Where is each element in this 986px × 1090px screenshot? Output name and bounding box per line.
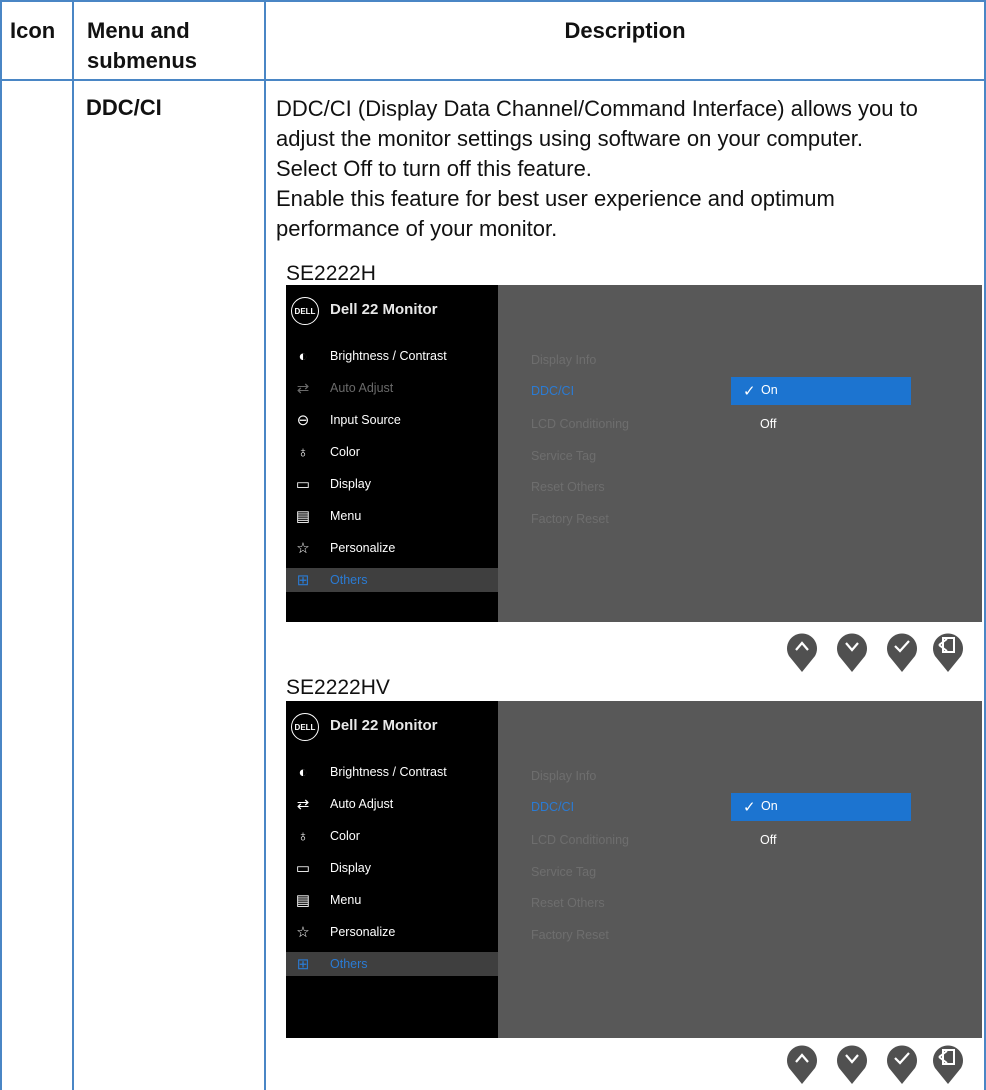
checkmark-icon: ✓ bbox=[743, 383, 756, 400]
option-off[interactable]: Off bbox=[760, 417, 776, 431]
submenu-display-info[interactable]: Display Info bbox=[531, 769, 596, 783]
submenu-display-info[interactable]: Display Info bbox=[531, 353, 596, 367]
checkmark-icon: ✓ bbox=[743, 799, 756, 816]
menu-item-brightness[interactable]: ◐ Brightness / Contrast bbox=[286, 761, 498, 785]
submenu-reset-others[interactable]: Reset Others bbox=[531, 896, 605, 910]
submenu-factory-reset[interactable]: Factory Reset bbox=[531, 512, 609, 526]
menu-item-menu[interactable]: ▤ Menu bbox=[286, 505, 498, 529]
menu-item-brightness[interactable]: ◐ Brightness / Contrast bbox=[286, 345, 498, 369]
display-icon: ▭ bbox=[295, 860, 311, 877]
description-line: performance of your monitor. bbox=[276, 216, 558, 241]
submenu-service-tag[interactable]: Service Tag bbox=[531, 865, 596, 879]
back-icon[interactable] bbox=[930, 1040, 966, 1086]
header-icon: Icon bbox=[10, 18, 56, 43]
submenu-service-tag[interactable]: Service Tag bbox=[531, 449, 596, 463]
display-icon: ▭ bbox=[295, 476, 311, 493]
menu-icon: ▤ bbox=[295, 508, 311, 525]
header-divider bbox=[0, 79, 986, 81]
osd-sidebar: DELL Dell 22 Monitor ◐ Brightness / Contr… bbox=[286, 701, 498, 1038]
header-menu: Menu and submenus bbox=[87, 18, 198, 73]
up-arrow-icon[interactable] bbox=[784, 1040, 820, 1086]
description-line: DDC/CI (Display Data Channel/Command Int… bbox=[276, 96, 918, 121]
menu-item-color[interactable]: ♁ Color bbox=[286, 825, 498, 849]
menu-item-input-source[interactable]: ⊖ Input Source bbox=[286, 409, 498, 433]
star-icon: ☆ bbox=[296, 924, 310, 941]
color-icon: ♁ bbox=[297, 828, 309, 845]
back-icon[interactable] bbox=[930, 628, 966, 674]
submenu-lcd-conditioning[interactable]: LCD Conditioning bbox=[531, 833, 629, 847]
submenu-ddc-ci[interactable]: DDC/CI bbox=[531, 384, 574, 398]
dell-logo: DELL bbox=[291, 297, 319, 325]
column-divider bbox=[72, 0, 74, 1090]
star-icon: ☆ bbox=[296, 540, 310, 557]
color-icon: ♁ bbox=[297, 444, 309, 461]
menu-item-auto-adjust[interactable]: ⇄ Auto Adjust bbox=[286, 793, 498, 817]
option-off[interactable]: Off bbox=[760, 833, 776, 847]
osd-screen: DELL Dell 22 Monitor ◐ Brightness / Contr… bbox=[286, 701, 982, 1038]
column-divider bbox=[264, 0, 266, 1090]
down-arrow-icon[interactable] bbox=[834, 628, 870, 674]
osd-title: Dell 22 Monitor bbox=[330, 301, 438, 318]
menu-item-personalize[interactable]: ☆ Personalize bbox=[286, 537, 498, 561]
menu-item-display[interactable]: ▭ Display bbox=[286, 473, 498, 497]
menu-item-menu[interactable]: ▤ Menu bbox=[286, 889, 498, 913]
description-line: adjust the monitor settings using softwa… bbox=[276, 126, 863, 151]
menu-item-color[interactable]: ♁ Color bbox=[286, 441, 498, 465]
brightness-icon: ◐ bbox=[298, 764, 308, 781]
option-on[interactable]: ✓ On bbox=[731, 793, 911, 821]
dell-logo: DELL bbox=[291, 713, 319, 741]
others-icon: ⊞ bbox=[296, 956, 310, 973]
menu-icon: ▤ bbox=[295, 892, 311, 909]
input-source-icon: ⊖ bbox=[296, 412, 310, 429]
menu-item-personalize[interactable]: ☆ Personalize bbox=[286, 921, 498, 945]
table-border-top bbox=[0, 0, 986, 2]
header-description: Description bbox=[564, 18, 686, 43]
auto-adjust-icon: ⇄ bbox=[296, 796, 310, 813]
option-on[interactable]: ✓ On bbox=[731, 377, 911, 405]
osd-sidebar: DELL Dell 22 Monitor ◐ Brightness / Contr… bbox=[286, 285, 498, 622]
menu-item-others[interactable]: ⊞ Others bbox=[286, 953, 498, 977]
brightness-icon: ◐ bbox=[298, 348, 308, 365]
menu-name: DDC/CI bbox=[86, 95, 162, 120]
model-label: SE2222HV bbox=[286, 676, 390, 699]
others-icon: ⊞ bbox=[296, 572, 310, 589]
table-border-left bbox=[0, 0, 2, 1090]
osd-control-buttons bbox=[784, 628, 964, 674]
submenu-lcd-conditioning[interactable]: LCD Conditioning bbox=[531, 417, 629, 431]
menu-item-auto-adjust[interactable]: ⇄ Auto Adjust bbox=[286, 377, 498, 401]
up-arrow-icon[interactable] bbox=[784, 628, 820, 674]
osd-screen: DELL Dell 22 Monitor ◐ Brightness / Contr… bbox=[286, 285, 982, 622]
description-line: Enable this feature for best user experi… bbox=[276, 186, 835, 211]
model-label: SE2222H bbox=[286, 262, 376, 285]
menu-item-others[interactable]: ⊞ Others bbox=[286, 569, 498, 593]
checkmark-icon[interactable] bbox=[884, 628, 920, 674]
description-line: Select Off to turn off this feature. bbox=[276, 156, 592, 181]
osd-title: Dell 22 Monitor bbox=[330, 717, 438, 734]
osd-control-buttons bbox=[784, 1040, 964, 1086]
submenu-ddc-ci[interactable]: DDC/CI bbox=[531, 800, 574, 814]
checkmark-icon[interactable] bbox=[884, 1040, 920, 1086]
submenu-factory-reset[interactable]: Factory Reset bbox=[531, 928, 609, 942]
auto-adjust-icon: ⇄ bbox=[296, 380, 310, 397]
menu-item-display[interactable]: ▭ Display bbox=[286, 857, 498, 881]
submenu-reset-others[interactable]: Reset Others bbox=[531, 480, 605, 494]
down-arrow-icon[interactable] bbox=[834, 1040, 870, 1086]
